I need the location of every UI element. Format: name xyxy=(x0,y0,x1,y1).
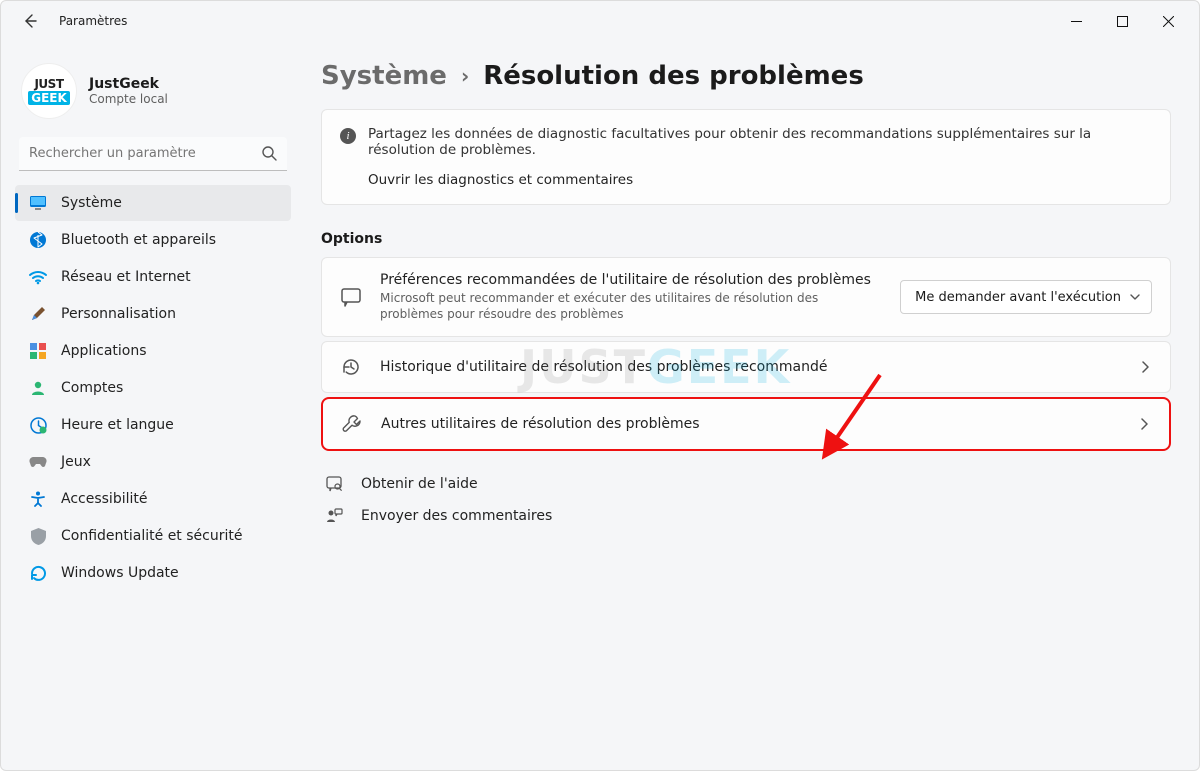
profile-block[interactable]: JUST GEEK JustGeek Compte local xyxy=(15,55,291,137)
avatar-text-1: JUST xyxy=(34,78,63,90)
chevron-down-icon xyxy=(1129,291,1141,303)
brush-icon xyxy=(29,305,47,323)
nav-item-privacy[interactable]: Confidentialité et sécurité xyxy=(15,518,291,554)
nav-label: Bluetooth et appareils xyxy=(61,232,216,248)
nav-label: Accessibilité xyxy=(61,491,147,507)
clock-globe-icon xyxy=(29,416,47,434)
bluetooth-icon xyxy=(29,231,47,249)
banner-text: Partagez les données de diagnostic facul… xyxy=(368,126,1152,158)
nav-item-apps[interactable]: Applications xyxy=(15,333,291,369)
shield-icon xyxy=(29,527,47,545)
nav-label: Système xyxy=(61,195,122,211)
search-input[interactable] xyxy=(19,137,287,171)
window-controls xyxy=(1053,5,1191,37)
help-icon xyxy=(325,475,345,493)
nav-item-accessibility[interactable]: Accessibilité xyxy=(15,481,291,517)
maximize-icon xyxy=(1117,16,1128,27)
breadcrumb-parent[interactable]: Système xyxy=(321,61,447,91)
chevron-right-icon: › xyxy=(461,64,469,88)
nav-label: Windows Update xyxy=(61,565,179,581)
nav-item-personalization[interactable]: Personnalisation xyxy=(15,296,291,332)
person-icon xyxy=(29,379,47,397)
option-troubleshooter-prefs[interactable]: Préférences recommandées de l'utilitaire… xyxy=(321,257,1171,337)
option-title: Historique d'utilitaire de résolution de… xyxy=(380,359,1120,375)
troubleshooter-prefs-dropdown[interactable]: Me demander avant l'exécution xyxy=(900,280,1152,314)
nav-label: Jeux xyxy=(61,454,91,470)
nav-label: Confidentialité et sécurité xyxy=(61,528,242,544)
breadcrumb-current: Résolution des problèmes xyxy=(483,61,864,91)
close-button[interactable] xyxy=(1145,5,1191,37)
nav-label: Heure et langue xyxy=(61,417,174,433)
diagnostic-banner: i Partagez les données de diagnostic fac… xyxy=(321,109,1171,205)
link-label: Envoyer des commentaires xyxy=(361,508,552,524)
titlebar: Paramètres xyxy=(1,1,1199,41)
arrow-left-icon xyxy=(22,13,38,29)
option-subtitle: Microsoft peut recommander et exécuter d… xyxy=(380,290,882,322)
sidebar: JUST GEEK JustGeek Compte local Système xyxy=(1,41,301,770)
footer-links: Obtenir de l'aide Envoyer des commentair… xyxy=(321,475,1171,525)
option-troubleshooter-history[interactable]: Historique d'utilitaire de résolution de… xyxy=(321,341,1171,393)
window-title: Paramètres xyxy=(59,14,127,28)
gamepad-icon xyxy=(29,453,47,471)
nav-item-time-language[interactable]: Heure et langue xyxy=(15,407,291,443)
nav-item-bluetooth[interactable]: Bluetooth et appareils xyxy=(15,222,291,258)
send-feedback-link[interactable]: Envoyer des commentaires xyxy=(325,507,1171,525)
apps-icon xyxy=(29,342,47,360)
main-content: Système › Résolution des problèmes i Par… xyxy=(301,41,1199,770)
profile-name: JustGeek xyxy=(89,76,168,92)
settings-window: Paramètres JUST GEEK JustGeek Compte loc… xyxy=(0,0,1200,771)
chevron-right-icon xyxy=(1137,417,1151,431)
options-heading: Options xyxy=(321,231,1171,247)
close-icon xyxy=(1163,16,1174,27)
nav-item-gaming[interactable]: Jeux xyxy=(15,444,291,480)
dropdown-value: Me demander avant l'exécution xyxy=(915,290,1121,305)
wrench-icon xyxy=(341,413,363,435)
chevron-right-icon xyxy=(1138,360,1152,374)
minimize-button[interactable] xyxy=(1053,5,1099,37)
nav-label: Réseau et Internet xyxy=(61,269,191,285)
nav-item-accounts[interactable]: Comptes xyxy=(15,370,291,406)
nav-item-system[interactable]: Système xyxy=(15,185,291,221)
get-help-link[interactable]: Obtenir de l'aide xyxy=(325,475,1171,493)
search-box xyxy=(19,137,287,171)
avatar-text-2: GEEK xyxy=(28,91,70,105)
nav-label: Comptes xyxy=(61,380,123,396)
info-icon: i xyxy=(340,128,356,144)
avatar: JUST GEEK xyxy=(21,63,77,119)
breadcrumb: Système › Résolution des problèmes xyxy=(321,61,1171,91)
accessibility-icon xyxy=(29,490,47,508)
back-button[interactable] xyxy=(15,6,45,36)
feedback-person-icon xyxy=(325,507,345,525)
search-icon xyxy=(261,145,277,161)
minimize-icon xyxy=(1071,16,1082,27)
wifi-icon xyxy=(29,268,47,286)
option-other-troubleshooters[interactable]: Autres utilitaires de résolution des pro… xyxy=(321,397,1171,451)
profile-subtitle: Compte local xyxy=(89,92,168,106)
nav-label: Applications xyxy=(61,343,147,359)
nav-label: Personnalisation xyxy=(61,306,176,322)
option-title: Autres utilitaires de résolution des pro… xyxy=(381,416,1119,432)
open-diagnostics-link[interactable]: Ouvrir les diagnostics et commentaires xyxy=(368,172,1152,188)
feedback-icon xyxy=(340,286,362,308)
option-title: Préférences recommandées de l'utilitaire… xyxy=(380,272,882,288)
nav-item-update[interactable]: Windows Update xyxy=(15,555,291,591)
nav-item-network[interactable]: Réseau et Internet xyxy=(15,259,291,295)
nav-list: Système Bluetooth et appareils Réseau et… xyxy=(15,185,291,591)
monitor-icon xyxy=(29,194,47,212)
history-icon xyxy=(340,356,362,378)
link-label: Obtenir de l'aide xyxy=(361,476,478,492)
maximize-button[interactable] xyxy=(1099,5,1145,37)
update-icon xyxy=(29,564,47,582)
